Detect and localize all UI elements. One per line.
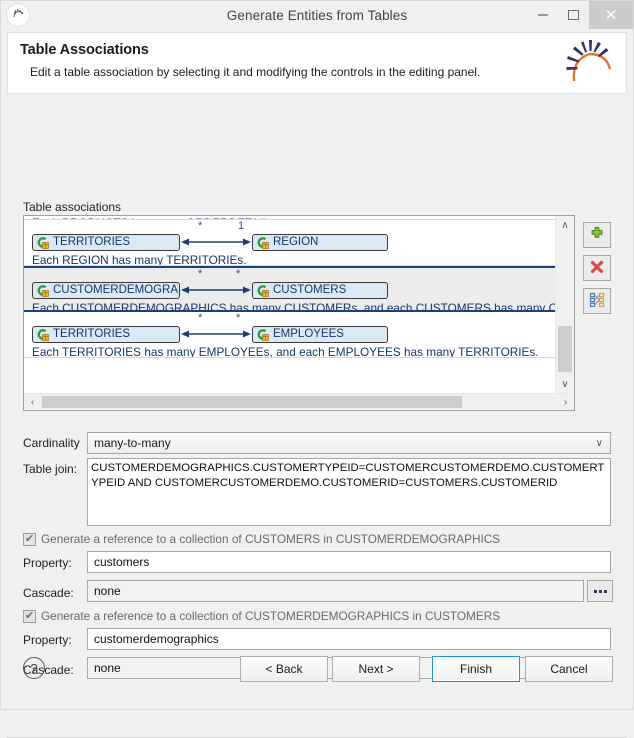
help-button[interactable]: ? [23,657,45,679]
generate-reference-2-label: Generate a reference to a collection of … [41,609,501,623]
finish-button[interactable]: Finish [432,656,520,682]
right-table-name: REGION [273,236,319,248]
associations-grid-icon [589,292,605,311]
close-icon: ✕ [604,6,618,24]
minimize-button[interactable] [527,1,558,29]
delete-x-icon [589,259,605,278]
cancel-button[interactable]: Cancel [525,656,613,682]
window-controls: ✕ [527,1,633,29]
scroll-up-icon[interactable]: ∧ [556,216,574,234]
table-icon [256,284,269,297]
right-table-chip[interactable]: EMPLOYEES [252,325,388,343]
association-description: Each CUSTOMERDEMOGRAPHICS has many CUSTO… [32,301,555,312]
generate-associations-button[interactable] [583,288,611,314]
maximize-button[interactable] [558,1,589,29]
generate-reference-2-checkbox[interactable]: ✔ Generate a reference to a collection o… [23,609,500,623]
cardinality-markers: * 1 [32,220,555,232]
generate-reference-1-checkbox[interactable]: ✔ Generate a reference to a collection o… [23,532,500,546]
cardinality-label: Cardinality [23,436,80,450]
left-table-chip[interactable]: CUSTOMERDEMOGRA [32,281,180,299]
association-diagram: TERRITORIES EMPLOYEES [32,324,555,344]
scroll-left-icon[interactable]: ‹ [24,394,41,410]
eclipse-dali-logo-icon [564,39,616,92]
chevron-down-icon: ∨ [595,437,603,449]
list-viewport: ORDERDETAILS PRODUCTS Each PRODUCTS ha [24,216,555,393]
back-button[interactable]: < Back [240,656,328,682]
page-description: Edit a table association by selecting it… [30,65,481,79]
dialog-body: Table associations ORDERDETAILS [1,94,633,738]
table-icon [36,328,49,341]
scroll-down-icon[interactable]: ∨ [556,375,574,393]
maximize-icon [568,10,579,20]
association-toolbar [583,222,613,321]
left-table-chip[interactable]: TERRITORIES [32,325,180,343]
app-icon [6,3,30,27]
wizard-header: Table Associations Edit a table associat… [7,32,627,94]
right-table-name: EMPLOYEES [273,328,344,340]
table-icon [256,236,269,249]
table-icon [256,328,269,341]
left-table-name: TERRITORIES [53,328,131,340]
property-1-label: Property: [23,556,72,570]
page-title: Table Associations [20,42,149,58]
vertical-scroll-thumb[interactable] [558,326,572,372]
dialog-footer: ? < Back Next > Finish Cancel [1,643,633,709]
table-associations-list[interactable]: ORDERDETAILS PRODUCTS Each PRODUCTS ha [23,215,575,411]
left-cardinality: * [198,312,203,324]
generate-reference-1-label: Generate a reference to a collection of … [41,532,501,546]
cascade-1-browse-button[interactable] [587,580,613,602]
checkbox-checked-icon: ✔ [23,532,36,546]
left-cardinality: * [198,220,203,232]
cardinality-markers: * * [32,268,555,280]
table-row[interactable]: * 1 TERRITORIES REGION Each REGION has m… [24,220,555,266]
cardinality-value: many-to-many [94,436,171,450]
next-button[interactable]: Next > [332,656,420,682]
right-table-chip[interactable]: REGION [252,233,388,251]
right-table-chip[interactable]: CUSTOMERS [252,281,388,299]
table-associations-group-label: Table associations [23,200,122,214]
vertical-scrollbar[interactable]: ∧ ∨ [555,216,574,393]
right-cardinality: 1 [238,220,245,232]
title-bar: Generate Entities from Tables ✕ [1,1,633,29]
right-table-name: CUSTOMERS [273,284,347,296]
left-cardinality: * [198,268,203,280]
ellipsis-icon [593,589,607,593]
association-arrow [180,327,252,341]
association-arrow [180,235,252,249]
association-diagram: TERRITORIES REGION [32,232,555,252]
remove-association-button[interactable] [583,255,611,281]
add-icon [589,226,605,245]
association-diagram: CUSTOMERDEMOGRA CUSTOMERS [32,280,555,300]
table-row[interactable]: * * TERRITORIES EMPLOYEES Each TERRITORI… [24,312,555,358]
table-join-label: Table join: [23,462,78,476]
cardinality-markers: * * [32,312,555,324]
left-table-chip[interactable]: TERRITORIES [32,233,180,251]
table-row[interactable]: * * CUSTOMERDEMOGRA CUSTOMERS Each CUSTO… [24,266,555,312]
scroll-right-icon[interactable]: › [557,394,574,410]
horizontal-scrollbar[interactable]: ‹ › [24,393,574,410]
close-button[interactable]: ✕ [589,1,633,29]
cascade-1-input[interactable]: none [87,580,584,602]
right-cardinality: * [236,312,241,324]
right-cardinality: * [236,268,241,280]
minimize-icon [537,14,548,16]
table-join-textarea[interactable]: CUSTOMERDEMOGRAPHICS.CUSTOMERTYPEID=CUST… [87,458,611,526]
dialog-window: Generate Entities from Tables ✕ Table As… [0,0,634,738]
table-icon [36,236,49,249]
left-table-name: CUSTOMERDEMOGRA [53,284,179,296]
cascade-1-label: Cascade: [23,586,74,600]
property-1-input[interactable]: customers [87,551,611,573]
add-association-button[interactable] [583,222,611,248]
checkbox-checked-icon: ✔ [23,609,36,623]
association-description: Each REGION has many TERRITORIEs. [32,253,247,266]
association-description: Each TERRITORIES has many EMPLOYEEs, and… [32,345,539,358]
association-arrow [180,283,252,297]
cardinality-select[interactable]: many-to-many ∨ [87,432,611,454]
left-table-name: TERRITORIES [53,236,131,248]
table-icon [36,284,49,297]
horizontal-scroll-thumb[interactable] [42,396,462,408]
